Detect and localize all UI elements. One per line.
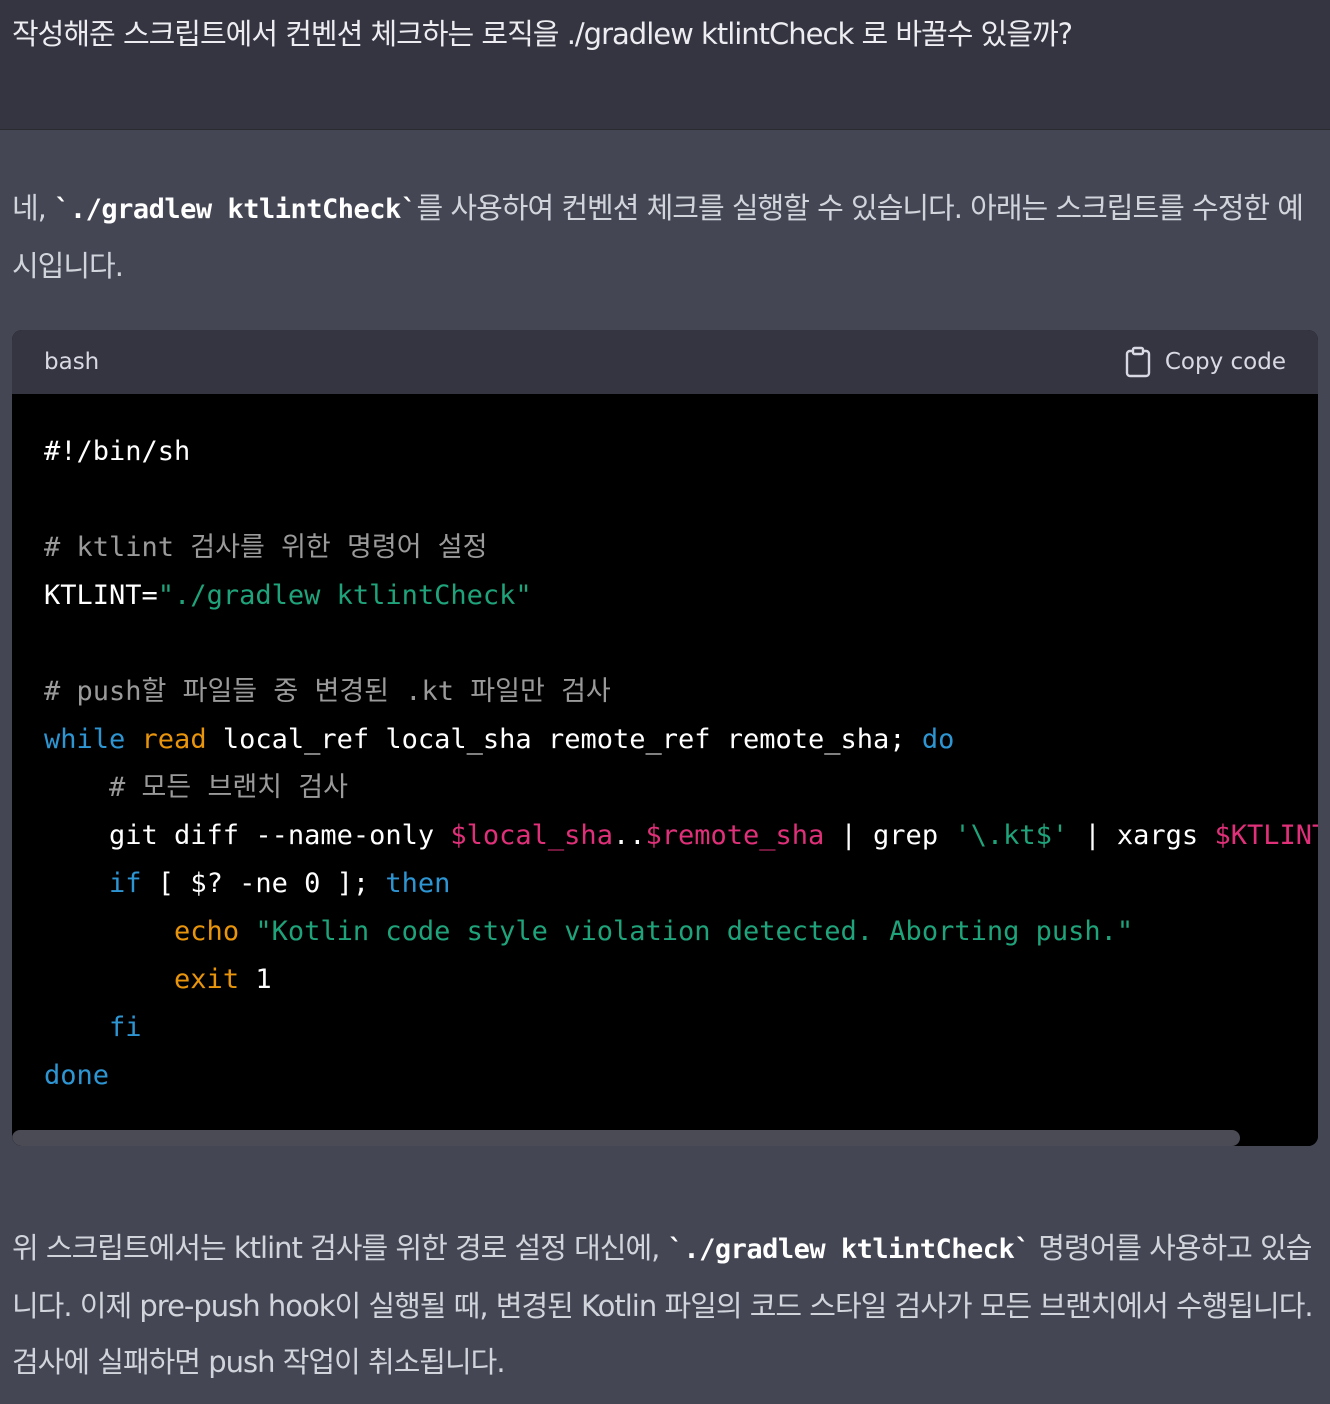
code-token: '\.kt$' (954, 820, 1069, 851)
code-language-label: bash (44, 349, 100, 375)
code-token: $local_sha (450, 820, 613, 851)
intro-text-before: 네, (12, 191, 55, 225)
code-token: #!/bin/sh (44, 436, 191, 467)
intro-inline-code: `./gradlew ktlintCheck` (54, 194, 417, 225)
code-token: "Kotlin code style violation detected. A… (255, 916, 1134, 947)
code-line: while read local_ref local_sha remote_re… (44, 716, 1318, 764)
code-token: [ $? -ne 0 ]; (141, 868, 386, 899)
code-line: done (44, 1052, 1318, 1100)
scrollbar-thumb[interactable] (12, 1130, 1240, 1146)
code-token: 1 (239, 964, 272, 995)
code-token: local_ref local_sha remote_ref remote_sh… (206, 724, 922, 755)
code-token: $KTLINT (1214, 820, 1318, 851)
code-token: then (385, 868, 451, 899)
code-token: # push할 파일들 중 변경된 .kt 파일만 검사 (44, 676, 611, 707)
code-token: fi (109, 1012, 142, 1043)
code-token: done (44, 1060, 110, 1091)
user-message: 작성해준 스크립트에서 컨벤션 체크하는 로직을 ./gradlew ktlin… (0, 0, 1330, 130)
code-block-header: bash Copy code (12, 330, 1318, 394)
code-token: "./gradlew ktlintCheck" (157, 580, 532, 611)
assistant-intro-paragraph: 네, `./gradlew ktlintCheck`를 사용하여 컨벤션 체크를… (12, 180, 1318, 294)
code-block: bash Copy code #!/bin/sh # ktlint 검사를 위한 … (12, 330, 1318, 1146)
code-token: if (109, 868, 142, 899)
code-token: KTLINT= (44, 580, 158, 611)
code-line: #!/bin/sh (44, 428, 1318, 476)
code-line: if [ $? -ne 0 ]; then (44, 860, 1318, 908)
outro-text-before: 위 스크립트에서는 ktlint 검사를 위한 경로 설정 대신에, (12, 1231, 668, 1265)
code-line: echo "Kotlin code style violation detect… (44, 908, 1318, 956)
code-line: # push할 파일들 중 변경된 .kt 파일만 검사 (44, 668, 1318, 716)
code-line: # 모든 브랜치 검사 (44, 764, 1318, 812)
horizontal-scrollbar[interactable] (12, 1130, 1318, 1146)
code-line: KTLINT="./gradlew ktlintCheck" (44, 572, 1318, 620)
clipboard-icon (1125, 346, 1151, 378)
code-token: | grep (824, 820, 955, 851)
code-token: # 모든 브랜치 검사 (109, 772, 348, 803)
code-token: read (141, 724, 207, 755)
code-token: while (44, 724, 126, 755)
code-token: do (921, 724, 955, 755)
code-body: #!/bin/sh # ktlint 검사를 위한 명령어 설정 KTLINT=".… (12, 394, 1318, 1130)
code-token: | xargs (1068, 820, 1215, 851)
outro-inline-code: `./gradlew ktlintCheck` (667, 1234, 1031, 1265)
code-token: $remote_sha (645, 820, 825, 851)
code-line: git diff --name-only $local_sha..$remote… (44, 812, 1318, 860)
code-content: #!/bin/sh # ktlint 검사를 위한 명령어 설정 KTLINT=".… (44, 428, 1318, 1100)
code-token: echo (174, 916, 240, 947)
user-message-text: 작성해준 스크립트에서 컨벤션 체크하는 로직을 ./gradlew ktlin… (12, 17, 1073, 51)
code-line: # ktlint 검사를 위한 명령어 설정 (44, 524, 1318, 572)
code-line: exit 1 (44, 956, 1318, 1004)
code-token: git diff --name-only (44, 820, 451, 851)
copy-code-button[interactable]: Copy code (1125, 344, 1286, 380)
assistant-outro-paragraph: 위 스크립트에서는 ktlint 검사를 위한 경로 설정 대신에, `./gr… (12, 1220, 1318, 1390)
copy-code-label: Copy code (1164, 349, 1286, 375)
code-token: exit (174, 964, 240, 995)
code-token: .. (612, 820, 646, 851)
code-line: fi (44, 1004, 1318, 1052)
code-token: # ktlint 검사를 위한 명령어 설정 (44, 532, 488, 563)
